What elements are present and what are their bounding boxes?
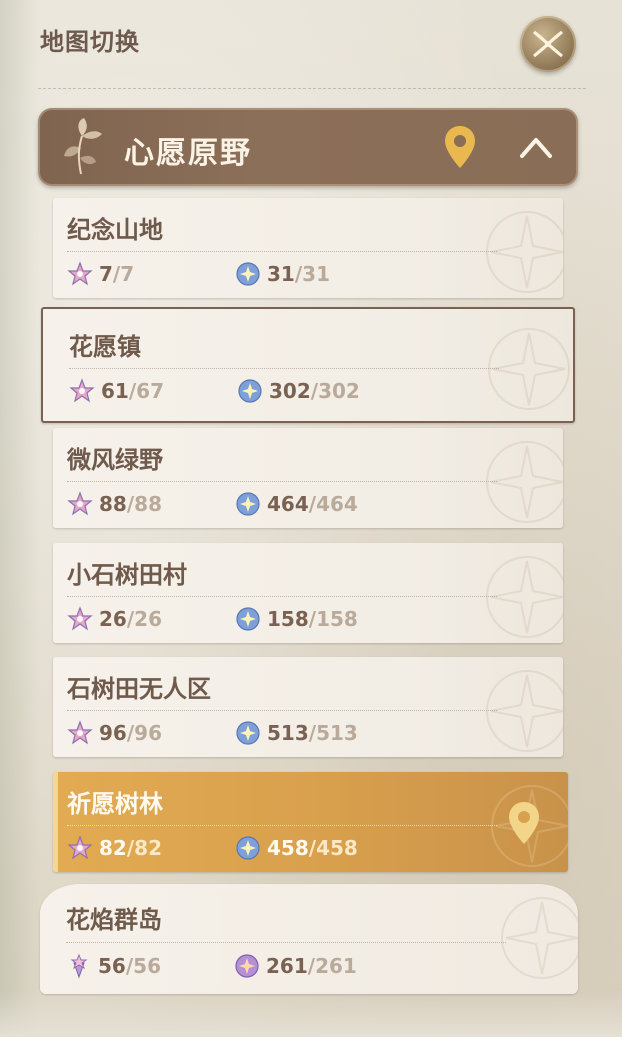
stat-total: 88 bbox=[134, 492, 162, 516]
stat-total: 464 bbox=[316, 492, 358, 516]
stat-current: 458 bbox=[267, 836, 309, 860]
stat-current: 261 bbox=[266, 954, 308, 978]
background-glow bbox=[0, 0, 40, 1037]
stat-current: 513 bbox=[267, 721, 309, 745]
stat-current: 158 bbox=[267, 607, 309, 631]
area-card-weifeng-lvye[interactable]: 微风绿野 88/88 464/464 bbox=[53, 428, 563, 528]
bottom-fade bbox=[0, 990, 622, 1037]
stat-total: 82 bbox=[134, 836, 162, 860]
area-card-qiyuan-shulin[interactable]: 祈愿树林 82/82 458/458 bbox=[53, 772, 568, 872]
star-collectible-counter: 88/88 bbox=[67, 488, 162, 520]
orb-icon bbox=[236, 721, 260, 745]
stat-current: 88 bbox=[99, 492, 127, 516]
area-name: 祈愿树林 bbox=[67, 790, 163, 818]
flower-ornament-icon bbox=[486, 211, 563, 293]
orb-icon bbox=[236, 836, 260, 860]
divider bbox=[67, 825, 497, 826]
flower-ornament-icon bbox=[488, 328, 570, 410]
area-name: 花焰群岛 bbox=[66, 906, 162, 934]
star-collectible-counter: 82/82 bbox=[67, 832, 162, 864]
star-icon bbox=[67, 261, 93, 286]
region-name: 心愿原野 bbox=[124, 136, 252, 171]
star-icon bbox=[67, 720, 93, 745]
area-card-xiaoshi-shutian-cun[interactable]: 小石树田村 26/26 158/158 bbox=[53, 543, 563, 643]
divider bbox=[66, 942, 506, 943]
collapse-chevron-icon[interactable] bbox=[516, 132, 556, 162]
orb-icon bbox=[238, 379, 262, 403]
stat-total: 56 bbox=[133, 954, 161, 978]
orb-collectible-counter: 261/261 bbox=[234, 950, 357, 982]
divider bbox=[38, 88, 586, 89]
star-icon bbox=[69, 378, 95, 403]
stat-total: 26 bbox=[134, 607, 162, 631]
orb-collectible-counter: 513/513 bbox=[235, 717, 358, 749]
stat-current: 302 bbox=[269, 379, 311, 403]
stat-current: 56 bbox=[98, 954, 126, 978]
orb-collectible-counter: 31/31 bbox=[235, 258, 330, 290]
stat-total: 7 bbox=[120, 262, 135, 286]
orb-collectible-counter: 464/464 bbox=[235, 488, 358, 520]
panel-title: 地图切换 bbox=[40, 28, 140, 56]
firework-orb-icon bbox=[235, 954, 259, 978]
stat-total: 158 bbox=[316, 607, 358, 631]
stat-total: 31 bbox=[302, 262, 330, 286]
area-name: 花愿镇 bbox=[69, 333, 141, 361]
region-header[interactable]: 心愿原野 bbox=[38, 108, 578, 186]
star-icon bbox=[67, 835, 93, 860]
area-name: 小石树田村 bbox=[67, 561, 187, 589]
stat-total: 96 bbox=[134, 721, 162, 745]
flower-ornament-icon bbox=[486, 556, 563, 638]
stat-total: 458 bbox=[316, 836, 358, 860]
stat-current: 82 bbox=[99, 836, 127, 860]
close-icon bbox=[533, 30, 563, 58]
orb-collectible-counter: 302/302 bbox=[237, 375, 360, 407]
flower-ornament-icon bbox=[486, 670, 563, 752]
area-card-jinian-shandi[interactable]: 纪念山地 7/7 31/31 bbox=[53, 198, 563, 298]
stat-total: 261 bbox=[315, 954, 357, 978]
area-name: 微风绿野 bbox=[67, 446, 163, 474]
stat-current: 26 bbox=[99, 607, 127, 631]
orb-icon bbox=[236, 607, 260, 631]
cone-star-icon bbox=[70, 953, 88, 979]
star-collectible-counter: 7/7 bbox=[67, 258, 134, 290]
current-location-pin-icon bbox=[509, 802, 539, 844]
flower-ornament-icon bbox=[486, 441, 563, 523]
stat-current: 61 bbox=[101, 379, 129, 403]
area-name: 纪念山地 bbox=[67, 216, 163, 244]
divider bbox=[69, 368, 499, 369]
stat-current: 31 bbox=[267, 262, 295, 286]
area-name: 石树田无人区 bbox=[67, 675, 211, 703]
area-card-shishutian-wurenqu[interactable]: 石树田无人区 96/96 513/513 bbox=[53, 657, 563, 757]
flower-emblem-icon bbox=[64, 118, 102, 175]
divider bbox=[67, 596, 497, 597]
star-icon bbox=[67, 491, 93, 516]
cone-collectible-counter: 56/56 bbox=[66, 950, 161, 982]
divider bbox=[67, 481, 497, 482]
close-button[interactable] bbox=[520, 16, 576, 72]
orb-icon bbox=[236, 262, 260, 286]
area-card-huayan-qundao[interactable]: 花焰群岛 56/56 261/261 bbox=[40, 884, 578, 994]
star-collectible-counter: 26/26 bbox=[67, 603, 162, 635]
star-collectible-counter: 61/67 bbox=[69, 375, 164, 407]
location-pin-icon[interactable] bbox=[442, 124, 478, 170]
orb-icon bbox=[236, 492, 260, 516]
stat-current: 464 bbox=[267, 492, 309, 516]
stat-total: 302 bbox=[318, 379, 360, 403]
star-icon bbox=[67, 606, 93, 631]
divider bbox=[67, 251, 497, 252]
divider bbox=[67, 710, 497, 711]
area-card-huayuan-zhen[interactable]: 花愿镇 61/67 302/302 bbox=[41, 307, 575, 423]
star-collectible-counter: 96/96 bbox=[67, 717, 162, 749]
stat-current: 96 bbox=[99, 721, 127, 745]
stat-current: 7 bbox=[99, 262, 113, 286]
stat-total: 67 bbox=[136, 379, 164, 403]
orb-collectible-counter: 458/458 bbox=[235, 832, 358, 864]
orb-collectible-counter: 158/158 bbox=[235, 603, 358, 635]
flower-ornament-icon bbox=[501, 897, 578, 979]
stat-total: 513 bbox=[316, 721, 358, 745]
